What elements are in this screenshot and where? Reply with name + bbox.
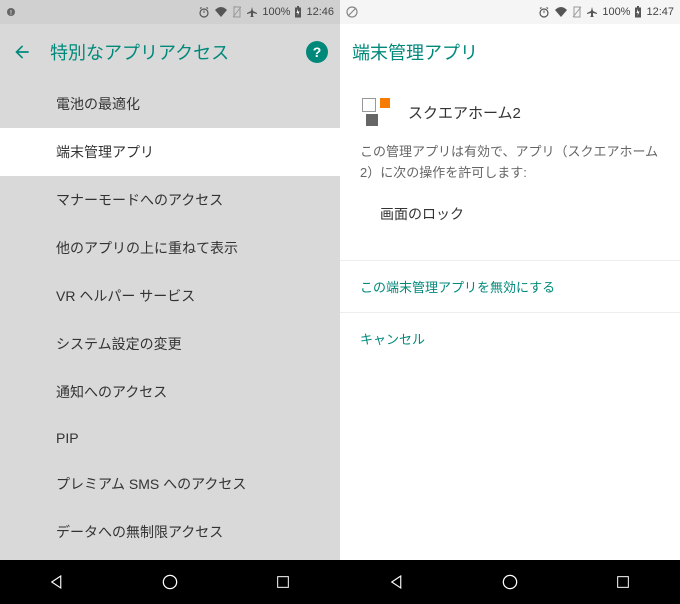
- list-item[interactable]: VR ヘルパー サービス: [0, 272, 340, 320]
- appbar: 端末管理アプリ: [340, 24, 680, 80]
- airplane-icon: [246, 6, 258, 18]
- detail-content: スクエアホーム2 この管理アプリは有効で、アプリ（スクエアホーム2）に次の操作を…: [340, 80, 680, 560]
- appbar: 特別なアプリアクセス ?: [0, 24, 340, 80]
- battery-icon: [634, 6, 642, 18]
- battery-text: 100%: [602, 6, 630, 18]
- alarm-icon: [538, 6, 550, 18]
- wifi-icon: [214, 6, 228, 18]
- airplane-icon: [586, 6, 598, 18]
- disable-admin-button[interactable]: この端末管理アプリを無効にする: [340, 260, 680, 312]
- screen-special-app-access: ! 100% 12:46 特別なアプリアクセス ? 電池の最適化端末管理アプリマ…: [0, 0, 340, 604]
- page-title: 端末管理アプリ: [352, 39, 668, 65]
- permission-item: 画面のロック: [360, 198, 660, 244]
- cancel-button[interactable]: キャンセル: [340, 312, 680, 364]
- list-item[interactable]: プレミアム SMS へのアクセス: [0, 460, 340, 508]
- list-item[interactable]: システム設定の変更: [0, 320, 340, 368]
- clock-text: 12:46: [306, 6, 334, 18]
- app-name: スクエアホーム2: [408, 102, 521, 123]
- app-description: この管理アプリは有効で、アプリ（スクエアホーム2）に次の操作を許可します:: [360, 142, 660, 184]
- battery-icon: [294, 6, 302, 18]
- no-sim-icon: [232, 6, 242, 18]
- app-header: スクエアホーム2: [360, 96, 660, 128]
- nav-back-button[interactable]: [367, 560, 427, 604]
- page-title: 特別なアプリアクセス: [50, 39, 288, 65]
- navigation-bar: [0, 560, 340, 604]
- help-button[interactable]: ?: [306, 41, 328, 63]
- list-item[interactable]: データへの無制限アクセス: [0, 508, 340, 556]
- nav-home-button[interactable]: [140, 560, 200, 604]
- nav-recent-button[interactable]: [253, 560, 313, 604]
- list-item[interactable]: 他のアプリの上に重ねて表示: [0, 224, 340, 272]
- app-icon: [360, 96, 392, 128]
- no-sim-icon: [572, 6, 582, 18]
- list-item[interactable]: マナーモードへのアクセス: [0, 176, 340, 224]
- rotation-lock-icon: [346, 6, 358, 18]
- list-item[interactable]: 電池の最適化: [0, 80, 340, 128]
- list-item[interactable]: 端末管理アプリ: [0, 128, 340, 176]
- nav-home-button[interactable]: [480, 560, 540, 604]
- list-item[interactable]: 通知へのアクセス: [0, 368, 340, 416]
- nav-recent-button[interactable]: [593, 560, 653, 604]
- nav-back-button[interactable]: [27, 560, 87, 604]
- statusbar: 100% 12:47: [340, 0, 680, 24]
- screen-device-admin-app: 100% 12:47 端末管理アプリ スクエアホーム2 この管理アプリは有効で、…: [340, 0, 680, 604]
- wifi-icon: [554, 6, 568, 18]
- back-button[interactable]: [12, 42, 32, 62]
- statusbar: ! 100% 12:46: [0, 0, 340, 24]
- notification-dot-icon: !: [6, 7, 16, 17]
- svg-text:!: !: [10, 10, 12, 17]
- navigation-bar: [340, 560, 680, 604]
- alarm-icon: [198, 6, 210, 18]
- list-item[interactable]: PIP: [0, 416, 340, 460]
- settings-list: 電池の最適化端末管理アプリマナーモードへのアクセス他のアプリの上に重ねて表示VR…: [0, 80, 340, 560]
- battery-text: 100%: [262, 6, 290, 18]
- clock-text: 12:47: [646, 6, 674, 18]
